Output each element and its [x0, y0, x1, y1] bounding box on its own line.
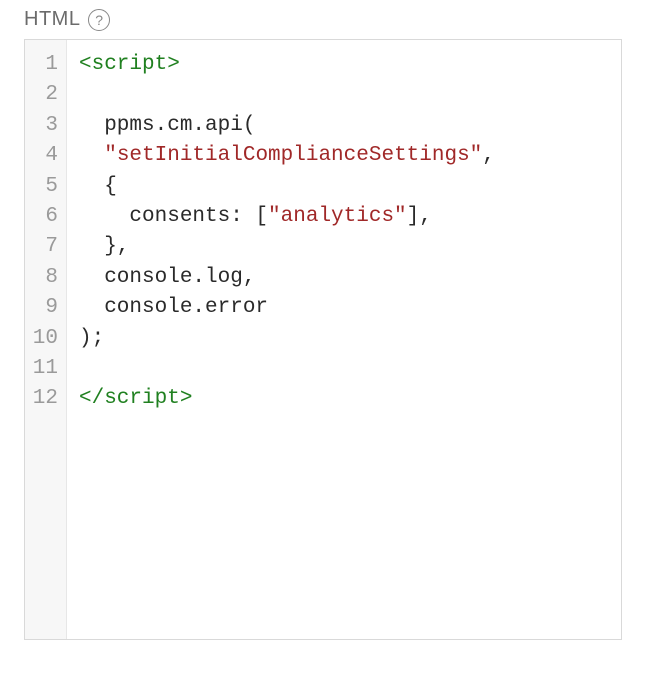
code-line: ppms.cm.api(: [79, 111, 611, 141]
line-number: 8: [29, 263, 58, 293]
code-snippet-container: HTML ? 123456789101112 <script> ppms.cm.…: [0, 0, 646, 664]
line-number: 10: [29, 324, 58, 354]
code-token: [79, 144, 104, 167]
line-number: 6: [29, 202, 58, 232]
code-token: ppms.cm.api(: [79, 114, 255, 137]
code-line: [79, 354, 611, 384]
line-number: 1: [29, 50, 58, 80]
code-line: </script>: [79, 384, 611, 414]
code-token: );: [79, 327, 104, 350]
code-token: },: [79, 235, 129, 258]
code-line: );: [79, 324, 611, 354]
help-icon[interactable]: ?: [88, 9, 110, 31]
language-label: HTML: [24, 8, 80, 31]
code-editor[interactable]: 123456789101112 <script> ppms.cm.api( "s…: [24, 39, 622, 640]
code-line: {: [79, 172, 611, 202]
line-number: 11: [29, 354, 58, 384]
line-number: 12: [29, 384, 58, 414]
line-number: 7: [29, 232, 58, 262]
line-number: 4: [29, 141, 58, 171]
code-token: consents: [: [79, 205, 268, 228]
line-number: 2: [29, 80, 58, 110]
line-number: 9: [29, 293, 58, 323]
code-line: [79, 80, 611, 110]
code-line: console.log,: [79, 263, 611, 293]
code-line: consents: ["analytics"],: [79, 202, 611, 232]
code-token: console.error: [79, 296, 268, 319]
line-number: 5: [29, 172, 58, 202]
code-line: "setInitialComplianceSettings",: [79, 141, 611, 171]
code-token: {: [79, 175, 117, 198]
line-number-gutter: 123456789101112: [25, 40, 67, 639]
code-token: "analytics": [268, 205, 407, 228]
line-number: 3: [29, 111, 58, 141]
code-token: <script>: [79, 53, 180, 76]
code-line: },: [79, 232, 611, 262]
code-token: </scr: [79, 387, 142, 410]
code-token: console.log,: [79, 266, 255, 289]
code-token: "setInitialComplianceSettings": [104, 144, 482, 167]
code-line: console.error: [79, 293, 611, 323]
code-token: ,: [482, 144, 495, 167]
snippet-header: HTML ?: [24, 8, 622, 31]
code-token: ipt>: [142, 387, 192, 410]
code-token: ],: [407, 205, 432, 228]
code-line: <script>: [79, 50, 611, 80]
code-content[interactable]: <script> ppms.cm.api( "setInitialComplia…: [67, 40, 621, 639]
